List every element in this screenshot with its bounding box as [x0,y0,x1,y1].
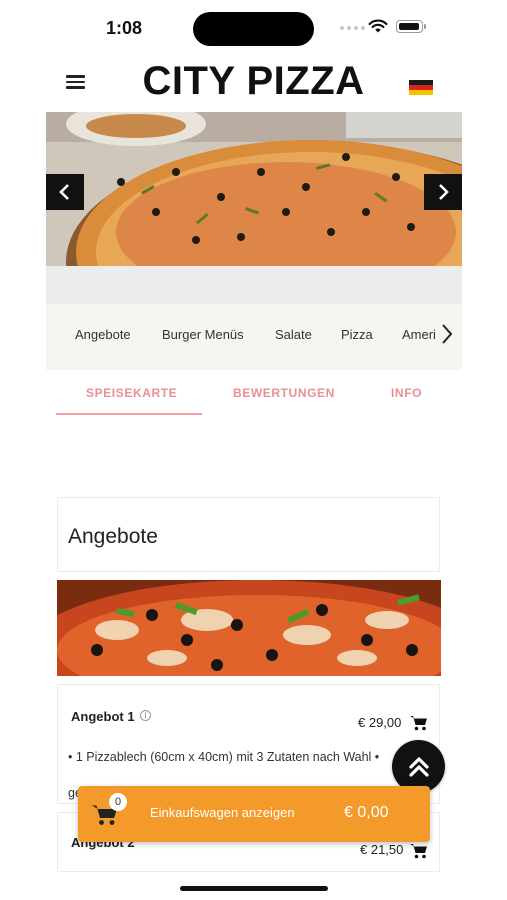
pizza-section-image [57,580,441,676]
category-american[interactable]: Ameri [402,327,436,342]
add-to-cart-icon[interactable] [410,715,428,731]
tab-speisekarte[interactable]: SPEISEKARTE [86,386,177,400]
chevron-right-icon [439,184,449,200]
tab-info[interactable]: INFO [391,386,422,400]
category-angebote[interactable]: Angebote [75,327,131,342]
add-to-cart-icon[interactable] [410,843,428,859]
category-salate[interactable]: Salate [275,327,312,342]
status-time: 1:08 [106,18,143,38]
german-flag-icon[interactable] [409,80,433,95]
wifi-icon [368,19,388,33]
slider-next-button[interactable] [424,174,462,210]
chevron-left-icon [59,184,69,200]
content-tabs: SPEISEKARTE BEWERTUNGEN INFO [56,376,452,418]
home-indicator [180,886,328,891]
product-price: € 21,50 [360,842,404,857]
category-pizza[interactable]: Pizza [341,327,373,342]
battery-icon [396,20,426,33]
category-nav: Angebote Burger Menüs Salate Pizza Ameri [46,304,462,370]
product-price: € 29,00 [358,715,402,730]
slider-footer [46,266,462,304]
view-cart-button[interactable]: 0 Einkaufswagen anzeigen € 0,00 [78,786,430,842]
tab-bewertungen[interactable]: BEWERTUNGEN [233,386,335,400]
cart-count-badge: 0 [109,793,127,811]
info-icon[interactable]: i [140,710,151,721]
category-scroll-right-icon[interactable] [440,322,454,346]
section-header-card: Angebote [57,497,440,572]
cellular-signal-icon [340,26,365,30]
category-burger-menus[interactable]: Burger Menüs [162,327,244,342]
section-title: Angebote [68,525,158,548]
active-tab-indicator [56,413,202,415]
hero-image-slider [46,112,462,266]
product-description-line-1: • 1 Pizzablech (60cm x 40cm) mit 3 Zutat… [68,750,380,764]
cart-total: € 0,00 [344,804,389,821]
slider-prev-button[interactable] [46,174,84,210]
product-name: Angebot 1 [71,709,135,724]
double-chevron-up-icon [408,756,429,777]
section-image [57,580,441,676]
cart-label: Einkaufswagen anzeigen [150,805,295,820]
dynamic-island [193,12,314,46]
status-bar: 1:08 [0,0,507,56]
pizza-hero-image [46,112,462,266]
